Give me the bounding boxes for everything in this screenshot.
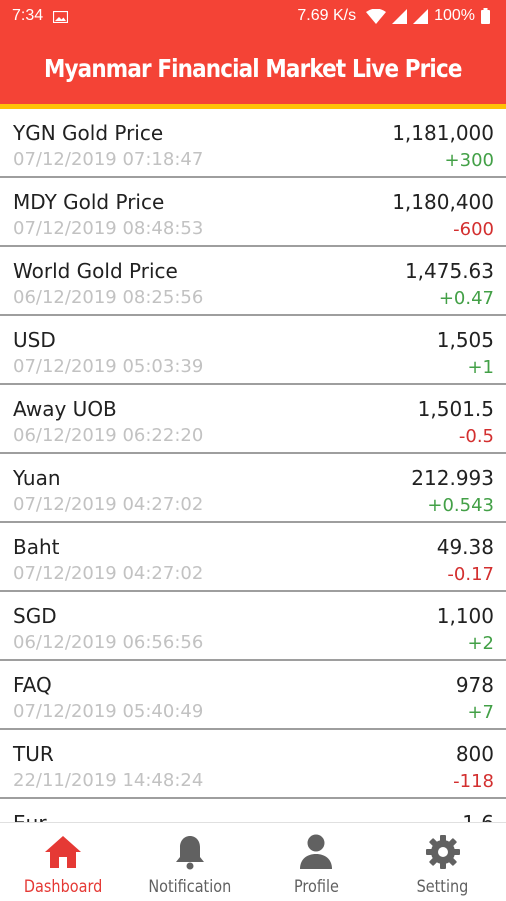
item-change: +300 <box>445 150 494 171</box>
item-price: 1,505 <box>437 328 494 352</box>
battery-icon <box>481 8 490 24</box>
tab-label: Setting <box>417 877 469 897</box>
tab-dashboard[interactable]: Dashboard <box>0 823 127 901</box>
price-list[interactable]: YGN Gold Price 07/12/2019 07:18:47 1,181,0… <box>0 109 506 822</box>
item-change: -118 <box>453 771 494 792</box>
tab-profile[interactable]: Profile <box>253 823 380 901</box>
item-timestamp: 07/12/2019 04:27:02 <box>13 494 203 515</box>
signal-icon-2 <box>413 9 428 24</box>
item-name: SGD <box>13 604 57 628</box>
home-icon <box>44 833 82 871</box>
tab-notification[interactable]: Notification <box>127 823 254 901</box>
status-bar: 7:34 7.69 K/s 100% <box>0 0 506 32</box>
item-timestamp: 06/12/2019 08:25:56 <box>13 287 203 308</box>
item-name: World Gold Price <box>13 259 178 283</box>
price-row[interactable]: Eur 1,6 <box>0 799 506 822</box>
item-timestamp: 07/12/2019 08:48:53 <box>13 218 203 239</box>
item-timestamp: 07/12/2019 04:27:02 <box>13 563 203 584</box>
item-name: Away UOB <box>13 397 117 421</box>
item-change: -0.17 <box>447 564 494 585</box>
item-timestamp: 22/11/2019 14:48:24 <box>13 770 203 791</box>
item-price: 800 <box>456 742 494 766</box>
item-change: -600 <box>453 219 494 240</box>
item-timestamp: 07/12/2019 05:40:49 <box>13 701 203 722</box>
item-price: 212.993 <box>411 466 494 490</box>
price-row[interactable]: MDY Gold Price 07/12/2019 08:48:53 1,180,4… <box>0 178 506 247</box>
item-change: -0.5 <box>459 426 494 447</box>
person-icon <box>297 833 335 871</box>
item-name: YGN Gold Price <box>13 121 163 145</box>
item-name: USD <box>13 328 56 352</box>
item-change: +0.543 <box>427 495 494 516</box>
battery-percent: 100% <box>434 7 475 25</box>
item-name: MDY Gold Price <box>13 190 164 214</box>
price-row[interactable]: USD 07/12/2019 05:03:39 1,505 +1 <box>0 316 506 385</box>
signal-icon <box>392 9 407 24</box>
item-name: Baht <box>13 535 60 559</box>
price-row[interactable]: World Gold Price 06/12/2019 08:25:56 1,475… <box>0 247 506 316</box>
price-row[interactable]: Baht 07/12/2019 04:27:02 49.38 -0.17 <box>0 523 506 592</box>
item-timestamp: 07/12/2019 07:18:47 <box>13 149 203 170</box>
item-price: 978 <box>456 673 494 697</box>
item-price: 1,100 <box>437 604 494 628</box>
bottom-navigation: Dashboard Notification Profile <box>0 822 506 901</box>
price-row[interactable]: SGD 06/12/2019 06:56:56 1,100 +2 <box>0 592 506 661</box>
tab-setting[interactable]: Setting <box>380 823 506 901</box>
item-change: +7 <box>467 702 494 723</box>
wifi-icon <box>366 9 386 24</box>
item-name: FAQ <box>13 673 52 697</box>
price-row[interactable]: FAQ 07/12/2019 05:40:49 978 +7 <box>0 661 506 730</box>
item-price: 1,180,400 <box>392 190 494 214</box>
price-row[interactable]: YGN Gold Price 07/12/2019 07:18:47 1,181,0… <box>0 109 506 178</box>
item-price: 1,475.63 <box>405 259 494 283</box>
tab-label: Profile <box>294 877 339 897</box>
bell-icon <box>171 833 209 871</box>
item-change: +1 <box>467 357 494 378</box>
price-row[interactable]: TUR 22/11/2019 14:48:24 800 -118 <box>0 730 506 799</box>
item-price: 1,6 <box>462 811 494 822</box>
item-name: Eur <box>13 811 47 822</box>
item-price: 49.38 <box>437 535 494 559</box>
item-name: Yuan <box>13 466 61 490</box>
item-change: +2 <box>467 633 494 654</box>
item-price: 1,501.5 <box>418 397 494 421</box>
status-time: 7:34 <box>12 7 43 25</box>
image-notification-icon <box>53 10 68 22</box>
tab-label: Dashboard <box>24 877 102 897</box>
item-timestamp: 07/12/2019 05:03:39 <box>13 356 203 377</box>
tab-label: Notification <box>148 877 231 897</box>
app-title: Myanmar Financial Market Live Price <box>44 54 462 83</box>
item-change: +0.47 <box>439 288 494 309</box>
item-name: TUR <box>13 742 54 766</box>
item-price: 1,181,000 <box>392 121 494 145</box>
item-timestamp: 06/12/2019 06:22:20 <box>13 425 203 446</box>
gear-icon <box>424 833 462 871</box>
item-timestamp: 06/12/2019 06:56:56 <box>13 632 203 653</box>
app-bar: Myanmar Financial Market Live Price <box>0 32 506 104</box>
price-row[interactable]: Away UOB 06/12/2019 06:22:20 1,501.5 -0.5 <box>0 385 506 454</box>
network-speed: 7.69 K/s <box>297 7 356 25</box>
price-row[interactable]: Yuan 07/12/2019 04:27:02 212.993 +0.543 <box>0 454 506 523</box>
